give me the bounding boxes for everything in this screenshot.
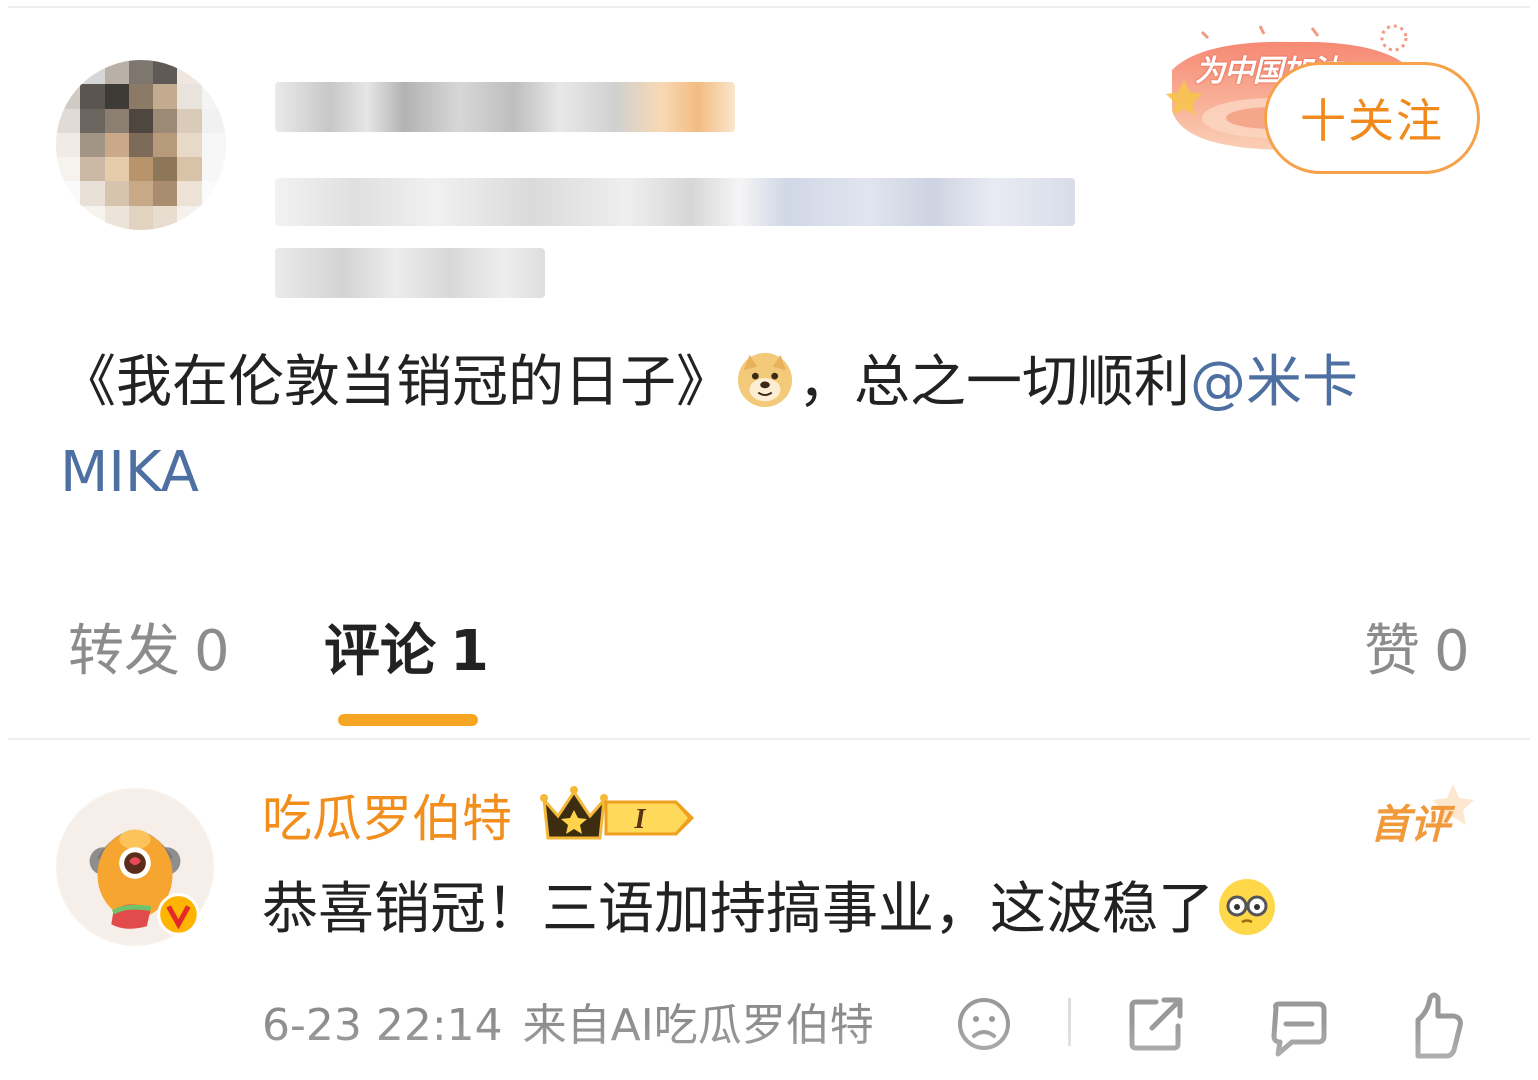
- active-tab-underline: [338, 714, 478, 726]
- avatar-mosaic-cell: [56, 181, 81, 206]
- avatar-mosaic-cell: [128, 205, 154, 230]
- like-icon[interactable]: [1408, 990, 1464, 1060]
- avatar-mosaic-cell: [104, 108, 129, 133]
- avatar-mosaic-cell: [104, 205, 129, 230]
- tab-repost-count: 0: [194, 619, 230, 684]
- tab-like[interactable]: 赞0: [1364, 614, 1470, 690]
- weibo-post-page: 为中国加油 十关注 《我在伦敦当销冠的日子》 ，总之一切顺利@米卡 MIKA 转发…: [0, 0, 1538, 1080]
- avatar-mosaic-cell: [56, 132, 81, 158]
- tab-repost[interactable]: 转发 0: [68, 614, 230, 690]
- tab-repost-label: 转发: [68, 619, 180, 684]
- avatar-mosaic-cell: [177, 132, 202, 158]
- avatar-mosaic-cell: [104, 181, 129, 206]
- avatar-mosaic-cell: [80, 132, 105, 158]
- tab-comment[interactable]: 评论 1: [324, 614, 489, 690]
- avatar-mosaic-cell: [153, 181, 178, 206]
- mention-part-2[interactable]: MIKA: [60, 440, 199, 505]
- avatar-mosaic-cell: [56, 205, 81, 230]
- avatar-mosaic-cell: [153, 60, 178, 85]
- avatar-mosaic-cell: [56, 157, 81, 182]
- post-meta-redacted-2: [275, 248, 545, 298]
- action-separator: [1068, 998, 1071, 1046]
- avatar-mosaic-cell: [56, 108, 81, 133]
- avatar-mosaic-cell: [201, 132, 226, 158]
- avatar-mosaic-cell: [177, 157, 202, 182]
- avatar-mosaic-cell: [201, 181, 226, 206]
- avatar-mosaic-cell: [80, 84, 105, 109]
- avatar-mosaic-cell: [201, 108, 226, 133]
- avatar-mosaic-cell: [104, 60, 129, 85]
- share-icon[interactable]: [1128, 996, 1186, 1052]
- avatar-mosaic-cell: [177, 60, 202, 85]
- avatar-mosaic-cell: [177, 205, 202, 230]
- avatar-mosaic-cell: [80, 205, 105, 230]
- avatar-mosaic-cell: [128, 181, 154, 206]
- avatar-mosaic-cell: [80, 181, 105, 206]
- glasses-emoji-icon: [1219, 879, 1275, 935]
- avatar-mosaic-cell: [153, 132, 178, 158]
- avatar-mosaic-cell: [177, 84, 202, 109]
- first-comment-tag: 首评: [1370, 802, 1450, 848]
- avatar-mosaic-cell: [201, 157, 226, 182]
- avatar-mosaic-cell: [128, 84, 154, 109]
- tab-comment-count: 1: [450, 619, 489, 684]
- post-text: 《我在伦敦当销冠的日子》 ，总之一切顺利@米卡 MIKA: [60, 338, 1500, 518]
- avatar-mosaic-cell: [56, 60, 81, 85]
- avatar-mosaic-cell: [80, 108, 105, 133]
- comment-text: 恭喜销冠！三语加持搞事业，这波稳了: [262, 870, 1278, 950]
- post-title: 《我在伦敦当销冠的日子》: [60, 350, 732, 415]
- avatar-mosaic-cell: [153, 84, 178, 109]
- tab-like-label: 赞: [1364, 619, 1420, 684]
- avatar-mosaic-cell: [104, 84, 129, 109]
- follow-button[interactable]: 十关注: [1264, 62, 1480, 174]
- avatar-mosaic-cell: [128, 132, 154, 158]
- crown-level-badge: I: [540, 786, 695, 840]
- avatar-mosaic-cell: [153, 157, 178, 182]
- avatar-mosaic-cell: [177, 181, 202, 206]
- comment-meta: 6-23 22:14 来自AI吃瓜罗伯特: [262, 996, 874, 1056]
- avatar-mosaic-cell: [56, 84, 81, 109]
- avatar-mosaic-cell: [80, 157, 105, 182]
- avatar-mosaic-cell: [104, 132, 129, 158]
- avatar-mosaic-cell: [177, 108, 202, 133]
- post-text-continuation: ，总之一切顺利: [798, 350, 1190, 415]
- tab-like-count: 0: [1434, 619, 1470, 684]
- poster-avatar[interactable]: [56, 60, 226, 230]
- tabs-divider: [8, 738, 1530, 740]
- comment-icon[interactable]: [1268, 998, 1328, 1058]
- comment-source: 来自AI吃瓜罗伯特: [522, 1000, 874, 1051]
- avatar-mosaic-cell: [201, 205, 226, 230]
- comment-body: 恭喜销冠！三语加持搞事业，这波稳了: [262, 877, 1214, 942]
- avatar-mosaic-cell: [153, 205, 178, 230]
- avatar-mosaic-cell: [128, 157, 154, 182]
- commenter-username[interactable]: 吃瓜罗伯特: [262, 784, 512, 854]
- avatar-mosaic-cell: [128, 60, 154, 85]
- doge-emoji-icon: [737, 352, 793, 408]
- avatar-mosaic-cell: [104, 157, 129, 182]
- avatar-mosaic-cell: [153, 108, 178, 133]
- avatar-mosaic-cell: [128, 108, 154, 133]
- commenter-avatar[interactable]: [56, 788, 214, 946]
- tab-comment-label: 评论: [324, 619, 436, 684]
- post-meta-redacted: [275, 178, 1075, 226]
- avatar-mosaic-cell: [201, 84, 226, 109]
- level-text: I: [634, 804, 647, 835]
- avatar-mosaic-cell: [80, 60, 105, 85]
- top-divider: [8, 6, 1530, 8]
- avatar-mosaic-cell: [201, 60, 226, 85]
- comment-time: 6-23 22:14: [262, 1000, 503, 1051]
- sad-face-icon[interactable]: [956, 996, 1012, 1052]
- mention-part-1[interactable]: @米卡: [1190, 350, 1358, 415]
- poster-name-redacted[interactable]: [275, 82, 735, 132]
